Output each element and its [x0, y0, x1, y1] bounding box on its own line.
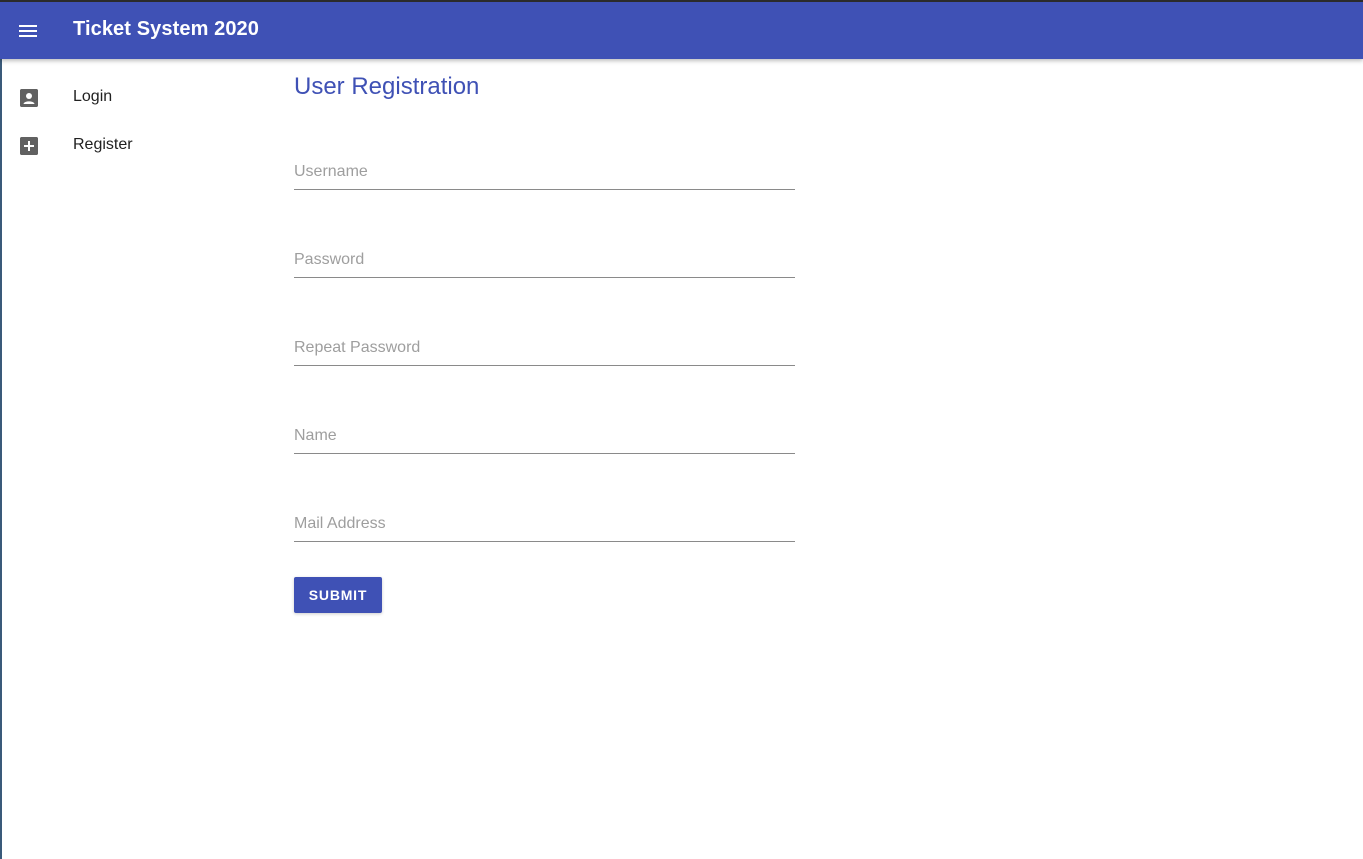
submit-button[interactable]: SUBMIT	[294, 577, 382, 613]
add-box-icon	[20, 137, 38, 155]
sidebar-item-label: Login	[73, 88, 113, 105]
app-header: Ticket System 2020	[0, 0, 1363, 59]
name-input[interactable]	[294, 418, 795, 454]
account-box-icon	[20, 89, 38, 107]
password-field-wrapper	[294, 242, 795, 282]
sidebar-item-label: Register	[73, 136, 133, 153]
username-input[interactable]	[294, 154, 795, 190]
page-title: User Registration	[294, 73, 480, 100]
mail-address-field-wrapper	[294, 506, 795, 546]
sidebar-item-login[interactable]: Login	[2, 74, 262, 122]
name-field-wrapper	[294, 418, 795, 458]
mail-address-input[interactable]	[294, 506, 795, 542]
menu-icon[interactable]	[19, 21, 39, 39]
window-edge	[0, 59, 2, 859]
repeat-password-field-wrapper	[294, 330, 795, 370]
username-field-wrapper	[294, 154, 795, 194]
password-input[interactable]	[294, 242, 795, 278]
repeat-password-input[interactable]	[294, 330, 795, 366]
sidebar-item-register[interactable]: Register	[2, 122, 262, 170]
app-title: Ticket System 2020	[73, 18, 259, 40]
